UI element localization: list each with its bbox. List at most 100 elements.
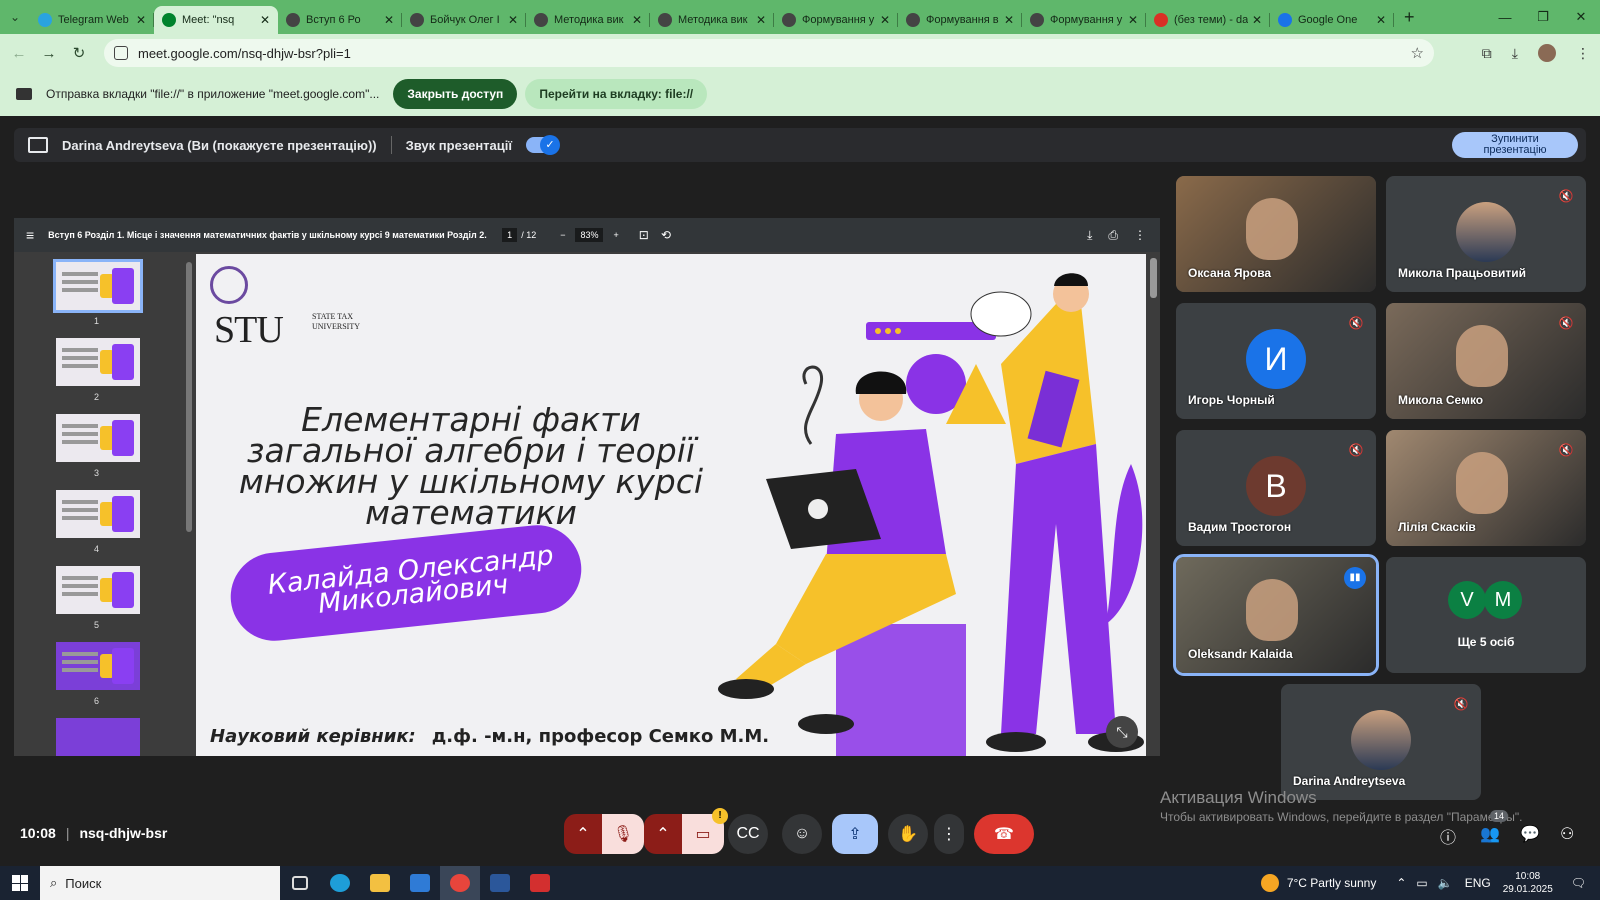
zoom-in-icon[interactable]: + bbox=[613, 230, 618, 240]
raise-hand-icon[interactable]: ✋ bbox=[888, 814, 928, 854]
back-icon[interactable]: ← bbox=[4, 45, 34, 62]
page-thumbnail[interactable] bbox=[56, 642, 140, 690]
browser-tab[interactable]: Вступ 6 Ро ✕ bbox=[278, 6, 402, 34]
pdf-more-icon[interactable]: ⋮ bbox=[1134, 228, 1146, 243]
download-icon[interactable]: ⤓ bbox=[1512, 45, 1518, 62]
tab-close-icon[interactable]: ✕ bbox=[1004, 13, 1014, 27]
notifications-icon[interactable]: 🗨 bbox=[1571, 876, 1586, 890]
volume-icon[interactable]: 🔈 bbox=[1438, 876, 1453, 890]
zoom-input[interactable]: 83% bbox=[575, 228, 604, 242]
people-icon[interactable]: 👥 bbox=[1480, 824, 1500, 844]
site-info-icon[interactable] bbox=[114, 46, 128, 60]
present-screen-icon[interactable]: ⇪ bbox=[832, 814, 878, 854]
browser-tab[interactable]: Бойчук Олег І ✕ bbox=[402, 6, 526, 34]
close-access-button[interactable]: Закрыть доступ bbox=[393, 79, 518, 109]
tray-chevron-icon[interactable]: ⌃ bbox=[1396, 876, 1406, 890]
bookmark-star-icon[interactable]: ☆ bbox=[1411, 44, 1424, 62]
browser-tab[interactable]: Формування у ✕ bbox=[1022, 6, 1146, 34]
taskbar-search[interactable]: ⌕ Поиск bbox=[40, 866, 280, 900]
restore-icon[interactable]: ❐ bbox=[1524, 0, 1562, 34]
start-button[interactable] bbox=[0, 875, 40, 891]
page-thumbnail[interactable] bbox=[56, 718, 140, 756]
file-explorer-icon[interactable] bbox=[360, 866, 400, 900]
tab-close-icon[interactable]: ✕ bbox=[632, 13, 642, 27]
forward-icon[interactable]: → bbox=[34, 45, 64, 62]
tab-close-icon[interactable]: ✕ bbox=[1376, 13, 1386, 27]
expand-icon[interactable]: ⤡ bbox=[1106, 716, 1138, 748]
participant-tile[interactable]: И Игорь Чорный 🔇 bbox=[1176, 303, 1376, 419]
participant-tile[interactable]: Oleksandr Kalaida ▮▮ bbox=[1173, 554, 1379, 676]
extensions-icon[interactable]: ⧉ bbox=[1482, 45, 1492, 62]
rotate-icon[interactable]: ⟲ bbox=[661, 228, 671, 242]
participant-tile[interactable]: Микола Семко 🔇 bbox=[1386, 303, 1586, 419]
tab-close-icon[interactable]: ✕ bbox=[880, 13, 890, 27]
presentation-sound-toggle[interactable]: ✓ bbox=[526, 135, 561, 155]
chat-icon[interactable]: 💬 bbox=[1520, 824, 1540, 844]
page-thumbnail[interactable] bbox=[56, 414, 140, 462]
more-options-icon[interactable]: ⋮ bbox=[934, 814, 964, 854]
participant-tile[interactable]: V M Ще 5 осіб bbox=[1386, 557, 1586, 673]
weather-widget[interactable]: 7°C Partly sunny bbox=[1260, 874, 1376, 892]
new-tab-button[interactable]: + bbox=[1394, 7, 1425, 28]
browser-tab[interactable]: Формування у ✕ bbox=[774, 6, 898, 34]
tab-close-icon[interactable]: ✕ bbox=[756, 13, 766, 27]
chrome-icon[interactable] bbox=[440, 866, 480, 900]
network-icon[interactable]: ▭ bbox=[1416, 876, 1427, 890]
thumbnail-scrollbar[interactable] bbox=[184, 252, 194, 756]
audio-options-chevron-icon[interactable]: ⌃ bbox=[564, 814, 602, 854]
word-icon[interactable] bbox=[480, 866, 520, 900]
address-bar[interactable]: meet.google.com/nsq-dhjw-bsr?pli=1 ☆ bbox=[104, 39, 1434, 67]
browser-tab[interactable]: Telegram Web ✕ bbox=[30, 6, 154, 34]
browser-menu-icon[interactable]: ⋮ bbox=[1576, 45, 1590, 62]
page-thumbnail[interactable] bbox=[53, 259, 143, 313]
task-view-icon[interactable] bbox=[280, 866, 320, 900]
browser-tab[interactable]: (без теми) - da ✕ bbox=[1146, 6, 1270, 34]
page-thumbnail[interactable] bbox=[56, 490, 140, 538]
taskbar-clock[interactable]: 10:08 29.01.2025 bbox=[1503, 870, 1553, 896]
tab-close-icon[interactable]: ✕ bbox=[1252, 13, 1262, 27]
page-thumbnail[interactable] bbox=[56, 566, 140, 614]
browser-tab[interactable]: Формування в ✕ bbox=[898, 6, 1022, 34]
camera-off-icon[interactable]: ▭! bbox=[682, 808, 728, 854]
pdf-scrollbar[interactable] bbox=[1148, 254, 1158, 754]
language-indicator[interactable]: ENG bbox=[1465, 876, 1491, 890]
activities-icon[interactable]: ⚇ bbox=[1560, 824, 1574, 844]
stop-presentation-button[interactable]: Зупинити презентацію bbox=[1452, 132, 1578, 158]
browser-tab[interactable]: Meet: "nsq ✕ bbox=[154, 6, 278, 34]
tab-close-icon[interactable]: ✕ bbox=[508, 13, 518, 27]
reload-icon[interactable]: ↻ bbox=[64, 44, 94, 62]
browser-tab[interactable]: Методика вик ✕ bbox=[650, 6, 774, 34]
edge-icon[interactable] bbox=[320, 866, 360, 900]
participant-tile[interactable]: Микола Працьовитий 🔇 bbox=[1386, 176, 1586, 292]
participant-tile[interactable]: В Вадим Тростогон 🔇 bbox=[1176, 430, 1376, 546]
tab-close-icon[interactable]: ✕ bbox=[384, 13, 394, 27]
pdf-print-icon[interactable]: ⎙ bbox=[1108, 228, 1118, 243]
page-number-input[interactable]: 1 bbox=[502, 228, 518, 242]
page-thumbnail[interactable] bbox=[56, 338, 140, 386]
participant-tile[interactable]: Darina Andreytseva 🔇 bbox=[1281, 684, 1481, 800]
store-icon[interactable] bbox=[400, 866, 440, 900]
pdf-download-icon[interactable]: ⤓ bbox=[1087, 228, 1092, 243]
pdf-app-icon[interactable] bbox=[520, 866, 560, 900]
profile-avatar[interactable] bbox=[1538, 44, 1556, 62]
mic-off-icon[interactable]: 🎙 bbox=[602, 814, 644, 854]
tab-close-icon[interactable]: ✕ bbox=[136, 13, 146, 27]
pdf-menu-icon[interactable]: ≡ bbox=[26, 227, 34, 243]
goto-tab-button[interactable]: Перейти на вкладку: file:// bbox=[525, 79, 708, 109]
emoji-reactions-icon[interactable]: ☺ bbox=[782, 814, 822, 854]
participant-tile[interactable]: Оксана Ярова bbox=[1176, 176, 1376, 292]
video-options-chevron-icon[interactable]: ⌃ bbox=[644, 814, 682, 854]
meeting-details-icon[interactable]: ⓘ bbox=[1440, 824, 1456, 848]
captions-icon[interactable]: CC bbox=[728, 814, 768, 854]
fit-page-icon[interactable]: ⊡ bbox=[639, 228, 649, 242]
tab-close-icon[interactable]: ✕ bbox=[1128, 13, 1138, 27]
browser-tab[interactable]: Методика вик ✕ bbox=[526, 6, 650, 34]
minimize-icon[interactable]: — bbox=[1486, 0, 1524, 34]
zoom-out-icon[interactable]: − bbox=[560, 230, 565, 240]
leave-call-icon[interactable]: ☎ bbox=[974, 814, 1034, 854]
tab-search-button[interactable]: ⌄ bbox=[0, 0, 30, 34]
browser-tab[interactable]: Google One ✕ bbox=[1270, 6, 1394, 34]
close-window-icon[interactable]: ✕ bbox=[1562, 0, 1600, 34]
participant-tile[interactable]: Лілія Скаскiв 🔇 bbox=[1386, 430, 1586, 546]
tab-close-icon[interactable]: ✕ bbox=[260, 13, 270, 27]
